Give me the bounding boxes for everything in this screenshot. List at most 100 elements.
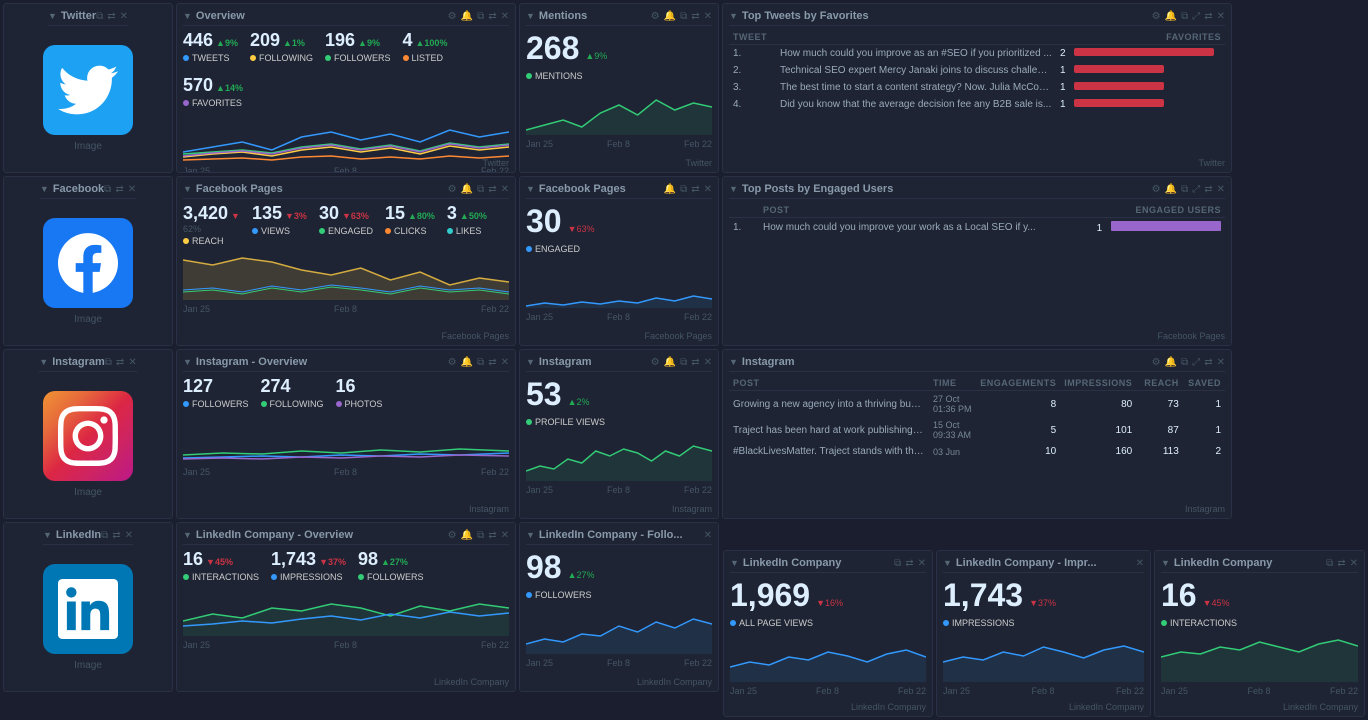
bell-icon[interactable]: 🔔 — [461, 11, 473, 22]
bell-icon[interactable]: 🔔 — [664, 184, 676, 195]
close-icon[interactable]: ✕ — [1217, 11, 1225, 22]
instagram-controls[interactable]: ⧉ ⇄ ✕ — [105, 357, 137, 368]
bell-icon[interactable]: 🔔 — [1165, 11, 1177, 22]
close-icon[interactable]: ✕ — [120, 11, 128, 22]
close-icon[interactable]: ✕ — [128, 357, 136, 368]
refresh-icon[interactable]: ⇄ — [691, 357, 699, 368]
copy-icon[interactable]: ⧉ — [1326, 558, 1333, 569]
instagram-overview-controls[interactable]: ⚙ 🔔 ⧉ ⇄ ✕ — [448, 357, 509, 368]
facebook-pages-chart-2 — [526, 258, 712, 308]
close-icon[interactable]: ✕ — [704, 184, 712, 195]
refresh-icon[interactable]: ⇄ — [1337, 558, 1345, 569]
gear-icon[interactable]: ⚙ — [448, 530, 457, 541]
bell-icon[interactable]: 🔔 — [1165, 357, 1177, 368]
instagram-widget-controls[interactable]: ⚙ 🔔 ⧉ ⇄ ✕ — [651, 357, 712, 368]
copy-icon[interactable]: ⧉ — [104, 184, 111, 195]
refresh-icon[interactable]: ⇄ — [488, 184, 496, 195]
refresh-icon[interactable]: ⇄ — [488, 530, 496, 541]
linkedin-impressions-controls[interactable]: ✕ — [1136, 558, 1144, 569]
refresh-icon[interactable]: ⇄ — [488, 11, 496, 22]
bell-icon[interactable]: 🔔 — [1165, 184, 1177, 195]
expand-icon[interactable]: ⤢ — [1192, 11, 1200, 22]
refresh-icon[interactable]: ⇄ — [905, 558, 913, 569]
linkedin-controls[interactable]: ⧉ ⇄ ✕ — [101, 530, 133, 541]
copy-icon[interactable]: ⧉ — [96, 11, 103, 22]
gear-icon[interactable]: ⚙ — [1152, 357, 1161, 368]
linkedin-overview-controls[interactable]: ⚙ 🔔 ⧉ ⇄ ✕ — [448, 530, 509, 541]
refresh-icon[interactable]: ⇄ — [691, 184, 699, 195]
copy-icon[interactable]: ⧉ — [101, 530, 108, 541]
close-icon[interactable]: ✕ — [501, 184, 509, 195]
bell-icon[interactable]: 🔔 — [461, 184, 473, 195]
copy-icon[interactable]: ⧉ — [105, 357, 112, 368]
linkedin-followers-controls[interactable]: ✕ — [704, 530, 712, 541]
close-icon[interactable]: ✕ — [1217, 184, 1225, 195]
close-icon[interactable]: ✕ — [501, 357, 509, 368]
gear-icon[interactable]: ⚙ — [448, 357, 457, 368]
instagram-widget: ▼ Instagram ⚙ 🔔 ⧉ ⇄ ✕ 53 ▲2% PROFILE VIE… — [519, 349, 719, 519]
close-icon[interactable]: ✕ — [704, 11, 712, 22]
instagram-table-controls[interactable]: ⚙ 🔔 ⧉ ⤢ ⇄ ✕ — [1152, 357, 1225, 368]
copy-icon[interactable]: ⧉ — [894, 558, 901, 569]
top-tweets-controls[interactable]: ⚙ 🔔 ⧉ ⤢ ⇄ ✕ — [1152, 11, 1225, 22]
mentions-source: Twitter — [685, 158, 712, 168]
close-icon[interactable]: ✕ — [704, 357, 712, 368]
copy-icon[interactable]: ⧉ — [477, 184, 484, 195]
twitter-controls[interactable]: ⧉ ⇄ ✕ — [96, 11, 128, 22]
copy-icon[interactable]: ⧉ — [1181, 184, 1188, 195]
linkedin-company2-widget: ▼ LinkedIn Company ⧉ ⇄ ✕ 16 ▼45% INTERAC… — [1154, 550, 1365, 717]
copy-icon[interactable]: ⧉ — [680, 11, 687, 22]
close-icon[interactable]: ✕ — [1350, 558, 1358, 569]
refresh-icon[interactable]: ⇄ — [1204, 184, 1212, 195]
gear-icon[interactable]: ⚙ — [1152, 184, 1161, 195]
top-posts-controls[interactable]: ⚙ 🔔 ⧉ ⤢ ⇄ ✕ — [1152, 184, 1225, 195]
refresh-icon[interactable]: ⇄ — [115, 184, 123, 195]
close-icon[interactable]: ✕ — [1217, 357, 1225, 368]
bell-icon[interactable]: 🔔 — [461, 357, 473, 368]
gear-icon[interactable]: ⚙ — [448, 11, 457, 22]
close-icon[interactable]: ✕ — [918, 558, 926, 569]
linkedin-company-controls[interactable]: ⧉ ⇄ ✕ — [894, 558, 926, 569]
refresh-icon[interactable]: ⇄ — [488, 357, 496, 368]
bell-icon[interactable]: 🔔 — [461, 530, 473, 541]
close-icon[interactable]: ✕ — [704, 530, 712, 541]
facebook-pages-controls-2[interactable]: 🔔 ⧉ ⇄ ✕ — [664, 184, 712, 195]
linkedin-company2-chart-footer: Jan 25 Feb 8 Feb 22 — [1161, 686, 1358, 696]
linkedin-company2-controls[interactable]: ⧉ ⇄ ✕ — [1326, 558, 1358, 569]
bell-icon[interactable]: 🔔 — [664, 11, 676, 22]
bell-icon[interactable]: 🔔 — [664, 357, 676, 368]
mentions-controls[interactable]: ⚙ 🔔 ⧉ ⇄ ✕ — [651, 11, 712, 22]
expand-icon[interactable]: ⤢ — [1192, 184, 1200, 195]
copy-icon[interactable]: ⧉ — [477, 11, 484, 22]
gear-icon[interactable]: ⚙ — [651, 357, 660, 368]
gear-icon[interactable]: ⚙ — [651, 11, 660, 22]
expand-icon[interactable]: ⤢ — [1192, 357, 1200, 368]
copy-icon[interactable]: ⧉ — [1181, 357, 1188, 368]
close-icon[interactable]: ✕ — [501, 11, 509, 22]
copy-icon[interactable]: ⧉ — [477, 357, 484, 368]
copy-icon[interactable]: ⧉ — [1181, 11, 1188, 22]
copy-icon[interactable]: ⧉ — [680, 357, 687, 368]
clicks-dot — [385, 228, 391, 234]
refresh-icon[interactable]: ⇄ — [107, 11, 115, 22]
copy-icon[interactable]: ⧉ — [680, 184, 687, 195]
metric-favorites: 570 ▲14% FAVORITES — [183, 75, 243, 108]
facebook-pages-controls-1[interactable]: ⚙ 🔔 ⧉ ⇄ ✕ — [448, 184, 509, 195]
refresh-icon[interactable]: ⇄ — [691, 11, 699, 22]
gear-icon[interactable]: ⚙ — [448, 184, 457, 195]
instagram-title: ▼ Instagram — [39, 356, 105, 368]
close-icon[interactable]: ✕ — [501, 530, 509, 541]
copy-icon[interactable]: ⧉ — [477, 530, 484, 541]
refresh-icon[interactable]: ⇄ — [1204, 11, 1212, 22]
close-icon[interactable]: ✕ — [128, 184, 136, 195]
refresh-icon[interactable]: ⇄ — [112, 530, 120, 541]
favorites-col-header: FAVORITES — [1070, 30, 1225, 45]
refresh-icon[interactable]: ⇄ — [116, 357, 124, 368]
refresh-icon[interactable]: ⇄ — [1204, 357, 1212, 368]
facebook-controls[interactable]: ⧉ ⇄ ✕ — [104, 184, 136, 195]
overview-source: Twitter — [482, 158, 509, 168]
close-icon[interactable]: ✕ — [1136, 558, 1144, 569]
overview-controls[interactable]: ⚙ 🔔 ⧉ ⇄ ✕ — [448, 11, 509, 22]
gear-icon[interactable]: ⚙ — [1152, 11, 1161, 22]
close-icon[interactable]: ✕ — [125, 530, 133, 541]
